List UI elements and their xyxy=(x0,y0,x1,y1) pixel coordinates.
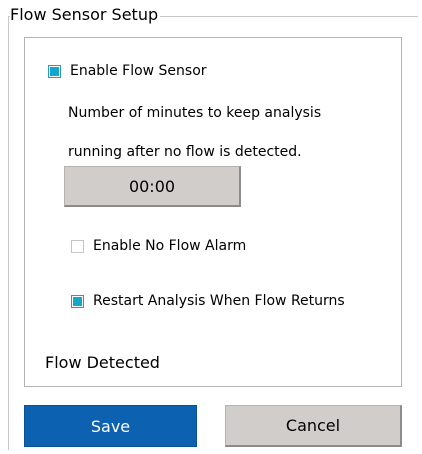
checkbox-checked-icon xyxy=(71,294,84,308)
checkbox-unchecked-icon xyxy=(71,239,84,253)
enable-no-flow-alarm-checkbox[interactable]: Enable No Flow Alarm xyxy=(71,237,246,255)
restart-analysis-label: Restart Analysis When Flow Returns xyxy=(93,293,345,309)
description-line-1: Number of minutes to keep analysis xyxy=(68,105,322,121)
save-button[interactable]: Save xyxy=(24,405,197,447)
enable-no-flow-alarm-label: Enable No Flow Alarm xyxy=(93,238,247,254)
description-line-2: running after no flow is detected. xyxy=(68,144,302,160)
checkbox-checked-icon xyxy=(48,64,61,78)
group-title: Flow Sensor Setup xyxy=(10,4,161,26)
minutes-time-button[interactable]: 00:00 xyxy=(64,166,241,207)
enable-flow-sensor-label: Enable Flow Sensor xyxy=(70,63,207,79)
enable-flow-sensor-checkbox[interactable]: Enable Flow Sensor xyxy=(48,62,207,80)
settings-panel xyxy=(24,37,402,387)
flow-status-text: Flow Detected xyxy=(45,353,160,372)
restart-analysis-checkbox[interactable]: Restart Analysis When Flow Returns xyxy=(71,292,345,310)
cancel-button[interactable]: Cancel xyxy=(225,405,402,447)
